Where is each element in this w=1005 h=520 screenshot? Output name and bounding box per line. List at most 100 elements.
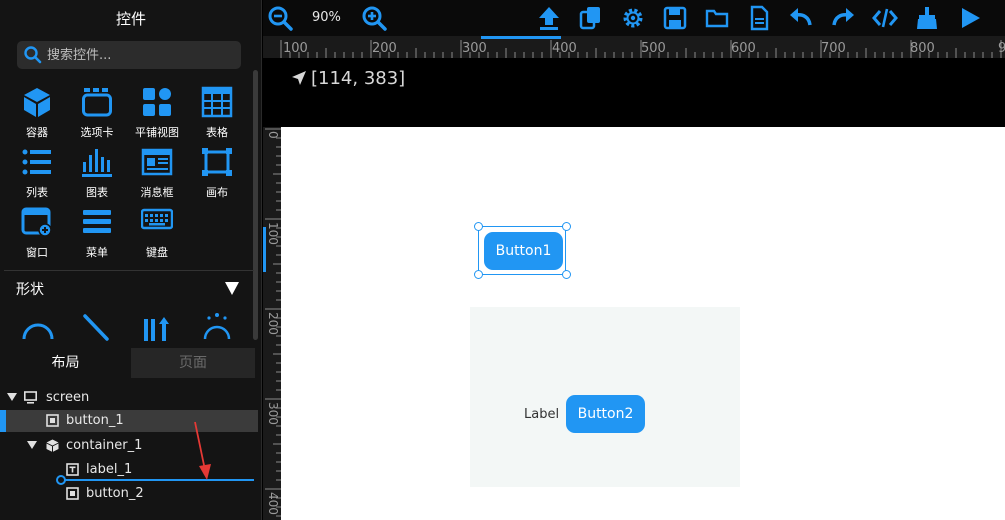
gear-icon[interactable] [620, 5, 646, 31]
tabview-icon [82, 88, 112, 117]
spinner-icon[interactable] [200, 311, 234, 341]
widget-msgbox[interactable]: 消息框 [127, 146, 187, 204]
widget-canvas[interactable]: 画布 [187, 146, 247, 204]
widget-label: 菜单 [86, 246, 108, 259]
tree-label: button_2 [86, 486, 144, 501]
widget-window[interactable]: 窗口 [7, 206, 67, 264]
drop-indicator-line [62, 479, 254, 481]
bar-icon[interactable] [140, 311, 174, 341]
widget-menu[interactable]: 菜单 [67, 206, 127, 264]
widget-label: 图表 [86, 186, 108, 199]
widget-container[interactable]: 容器 [7, 86, 67, 144]
ruler-label: 0 [266, 131, 280, 139]
monitor-icon [24, 391, 37, 404]
tree-item-label1[interactable]: label_1 [0, 459, 258, 481]
tree-item-button2[interactable]: button_2 [0, 483, 258, 505]
play-icon[interactable] [956, 5, 982, 31]
resize-handle[interactable] [562, 270, 571, 279]
widget-label: 窗口 [26, 246, 48, 259]
upload-icon[interactable] [536, 5, 562, 31]
widget-tileview[interactable]: 平铺视图 [127, 86, 187, 144]
canvas-button1[interactable]: Button1 [484, 232, 563, 270]
cube-icon [46, 439, 59, 452]
search-input[interactable] [47, 41, 237, 69]
widget-label: 表格 [206, 126, 228, 139]
triangle-down-icon[interactable] [7, 392, 17, 402]
ruler-label: 300 [462, 41, 487, 56]
zoom-out-icon[interactable] [267, 5, 293, 31]
redo-icon[interactable] [830, 5, 856, 31]
ruler-label: 400 [266, 492, 280, 515]
triangle-down-icon[interactable] [224, 280, 240, 296]
undo-icon[interactable] [788, 5, 814, 31]
resize-handle[interactable] [474, 222, 483, 231]
toolbar: 90% [263, 0, 1005, 36]
design-canvas[interactable]: Button1 Label Button2 [281, 127, 1005, 520]
ruler-label: 9 [998, 41, 1005, 56]
tree-label: container_1 [66, 438, 143, 453]
widget-label: 列表 [26, 186, 48, 199]
save-icon[interactable] [662, 5, 688, 31]
msgbox-icon [141, 148, 173, 176]
widget-scrollbar[interactable] [253, 70, 258, 340]
cursor-coordinates: [114, 383] [291, 68, 405, 89]
tileview-icon [143, 88, 171, 116]
widget-keyboard[interactable]: 键盘 [127, 206, 187, 264]
tree-label: button_1 [66, 413, 124, 428]
widget-label: 选项卡 [80, 126, 114, 139]
ruler-label: 200 [266, 312, 280, 335]
tree-label: label_1 [86, 462, 133, 477]
ruler-label: 100 [266, 222, 280, 245]
window-icon [21, 207, 52, 237]
ruler-label: 800 [910, 41, 935, 56]
canvas-label1[interactable]: Label [524, 407, 559, 422]
horizontal-ruler: 100 200 300 400 500 600 700 800 9 [263, 36, 1005, 58]
tree-item-container1[interactable]: container_1 [0, 435, 258, 457]
canvas-button2[interactable]: Button2 [566, 395, 645, 433]
clean-icon[interactable] [914, 5, 940, 31]
ruler-label: 700 [821, 41, 846, 56]
list-icon [22, 149, 51, 175]
canvas-icon [202, 148, 232, 176]
tab-layout[interactable]: 布局 [0, 348, 131, 378]
widget-label: 平铺视图 [135, 126, 179, 139]
arc-icon[interactable] [21, 311, 55, 341]
file-icon[interactable] [746, 5, 772, 31]
line-icon[interactable] [80, 311, 114, 341]
widget-search[interactable] [17, 41, 241, 69]
arrow-annotation-icon [194, 421, 211, 480]
widget-panel: 控件 容器 选项卡 平铺视图 [0, 0, 262, 520]
tab-page[interactable]: 页面 [131, 348, 255, 378]
tree-label: screen [46, 390, 90, 405]
widget-chart[interactable]: 图表 [67, 146, 127, 204]
drop-indicator-dot [56, 475, 66, 485]
navigation-arrow-icon [292, 71, 306, 85]
ruler-label: 600 [731, 41, 756, 56]
coordinates-text: [114, 383] [311, 68, 406, 89]
widgets-title: 控件 [115, 10, 146, 28]
widget-tabview[interactable]: 选项卡 [67, 86, 127, 144]
ruler-label: 400 [552, 41, 577, 56]
divider [4, 270, 254, 271]
tree-item-button1[interactable]: button_1 [0, 410, 258, 432]
keyboard-icon [141, 208, 173, 230]
widget-table[interactable]: 表格 [187, 86, 247, 144]
ruler-label: 100 [283, 41, 308, 56]
triangle-down-icon[interactable] [27, 440, 37, 450]
button-icon [66, 487, 79, 500]
search-icon [24, 46, 42, 64]
ruler-label: 200 [372, 41, 397, 56]
zoom-in-icon[interactable] [361, 5, 387, 31]
copy-icon[interactable] [578, 5, 604, 31]
vertical-ruler: 0 100 200 300 400 [263, 127, 281, 520]
resize-handle[interactable] [562, 222, 571, 231]
widget-label: 画布 [206, 186, 228, 199]
selection-indicator [0, 410, 6, 432]
zoom-level: 90% [312, 10, 341, 25]
tree-item-screen[interactable]: screen [0, 387, 258, 409]
code-icon[interactable] [872, 5, 898, 31]
widget-label: 消息框 [140, 186, 174, 199]
resize-handle[interactable] [474, 270, 483, 279]
widget-list[interactable]: 列表 [7, 146, 67, 204]
folder-icon[interactable] [704, 5, 730, 31]
